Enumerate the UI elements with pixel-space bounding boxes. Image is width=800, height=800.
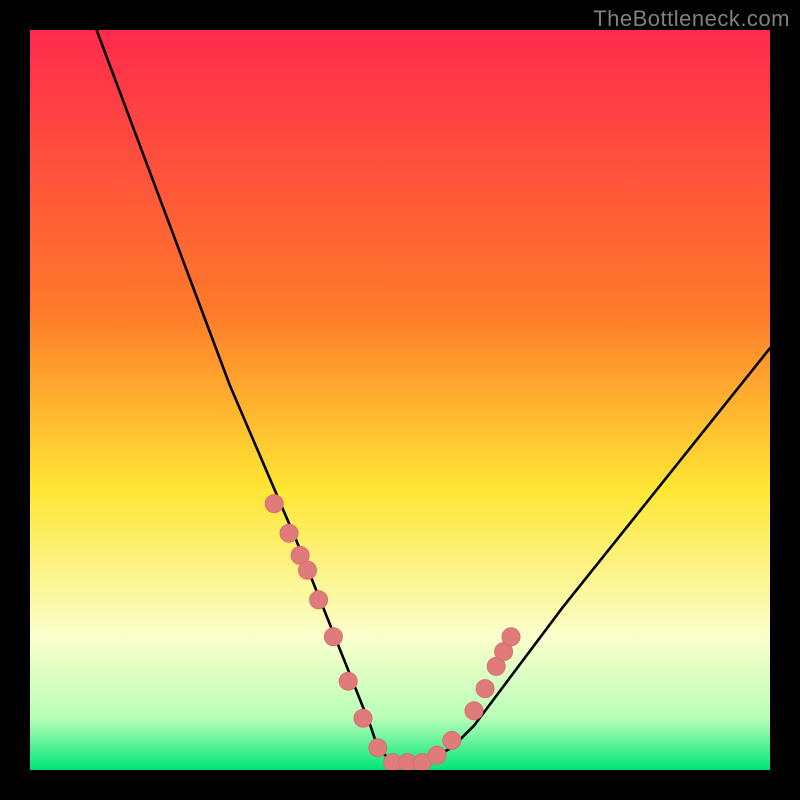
chart-container: TheBottleneck.com xyxy=(0,0,800,800)
plot-area xyxy=(30,30,770,770)
highlight-dot xyxy=(369,739,387,757)
highlight-dot xyxy=(265,495,283,513)
highlight-dot xyxy=(280,524,298,542)
gradient-background xyxy=(30,30,770,770)
watermark-text: TheBottleneck.com xyxy=(593,6,790,32)
highlight-dot xyxy=(465,702,483,720)
highlight-dot xyxy=(443,731,461,749)
highlight-dot xyxy=(324,628,342,646)
highlight-dot xyxy=(428,746,446,764)
highlight-dot xyxy=(310,591,328,609)
highlight-dot xyxy=(354,709,372,727)
highlight-dot xyxy=(502,628,520,646)
highlight-dot xyxy=(299,561,317,579)
chart-svg xyxy=(30,30,770,770)
highlight-dot xyxy=(476,680,494,698)
highlight-dot xyxy=(339,672,357,690)
